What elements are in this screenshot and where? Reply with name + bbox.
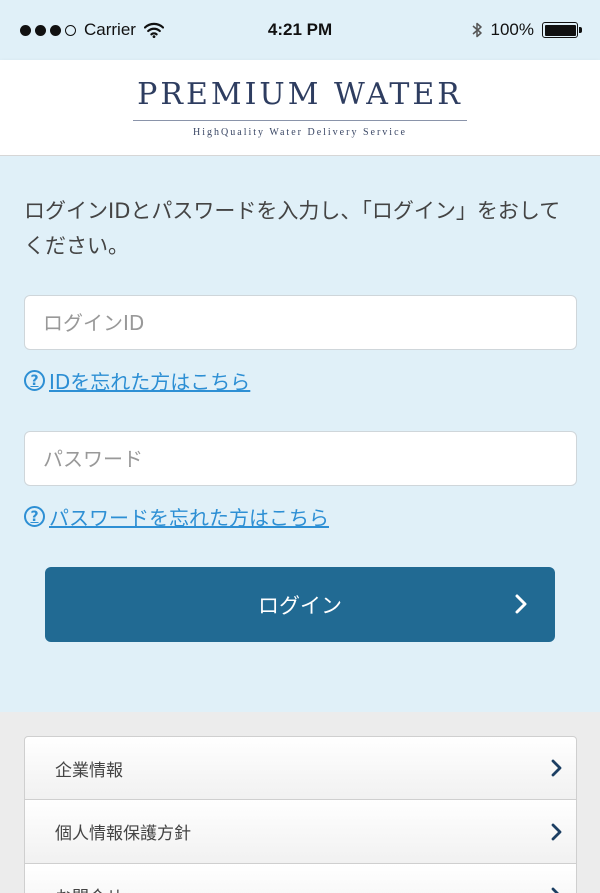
login-button[interactable]: ログイン (45, 567, 555, 642)
password-input[interactable] (24, 431, 577, 486)
login-button-label: ログイン (258, 593, 342, 618)
login-instruction: ログインIDとパスワードを入力し、「ログイン」をおしてください。 (24, 199, 561, 258)
status-left: Carrier (20, 20, 164, 40)
forgot-password-label: パスワードを忘れた方はこちら (49, 506, 329, 530)
chevron-right-icon (551, 759, 562, 777)
battery-icon (542, 22, 582, 38)
forgot-id-link[interactable]: ? IDを忘れた方はこちら (24, 366, 250, 395)
logo-title: PREMIUM WATER (133, 77, 467, 121)
login-id-input[interactable] (24, 295, 577, 350)
status-bar: Carrier 4:21 PM 100% (0, 0, 600, 60)
forgot-password-link[interactable]: ? パスワードを忘れた方はこちら (24, 502, 329, 531)
battery-percent: 100% (490, 20, 534, 39)
question-circle-icon: ? (24, 370, 45, 391)
menu-item-privacy-policy[interactable]: 個人情報保護方針 (24, 800, 577, 864)
menu-item-company-info[interactable]: 企業情報 (24, 736, 577, 800)
logo-tagline: HighQuality Water Delivery Service (193, 127, 407, 138)
chevron-right-icon (551, 887, 560, 893)
login-form: ログインIDとパスワードを入力し、「ログイン」をおしてください。 ? IDを忘れ… (0, 156, 600, 712)
app-header: PREMIUM WATER HighQuality Water Delivery… (0, 60, 600, 156)
carrier-label: Carrier (84, 20, 136, 39)
wifi-icon (143, 22, 164, 38)
forgot-id-label: IDを忘れた方はこちら (49, 370, 251, 394)
menu-item-label: 企業情報 (55, 760, 123, 781)
menu-item-contact[interactable]: お問合せ (24, 864, 577, 893)
menu-item-label: 個人情報保護方針 (55, 824, 191, 844)
signal-dots-icon (20, 24, 76, 36)
footer: 企業情報 個人情報保護方針 お問合せ (0, 712, 600, 893)
chevron-right-icon (551, 823, 562, 840)
menu-item-label: お問合せ (55, 883, 123, 893)
footer-menu: 企業情報 個人情報保護方針 お問合せ (24, 736, 577, 893)
chevron-right-icon (515, 594, 527, 614)
status-right: 100% (471, 20, 582, 40)
question-circle-icon: ? (24, 506, 45, 527)
bluetooth-icon (472, 22, 482, 38)
